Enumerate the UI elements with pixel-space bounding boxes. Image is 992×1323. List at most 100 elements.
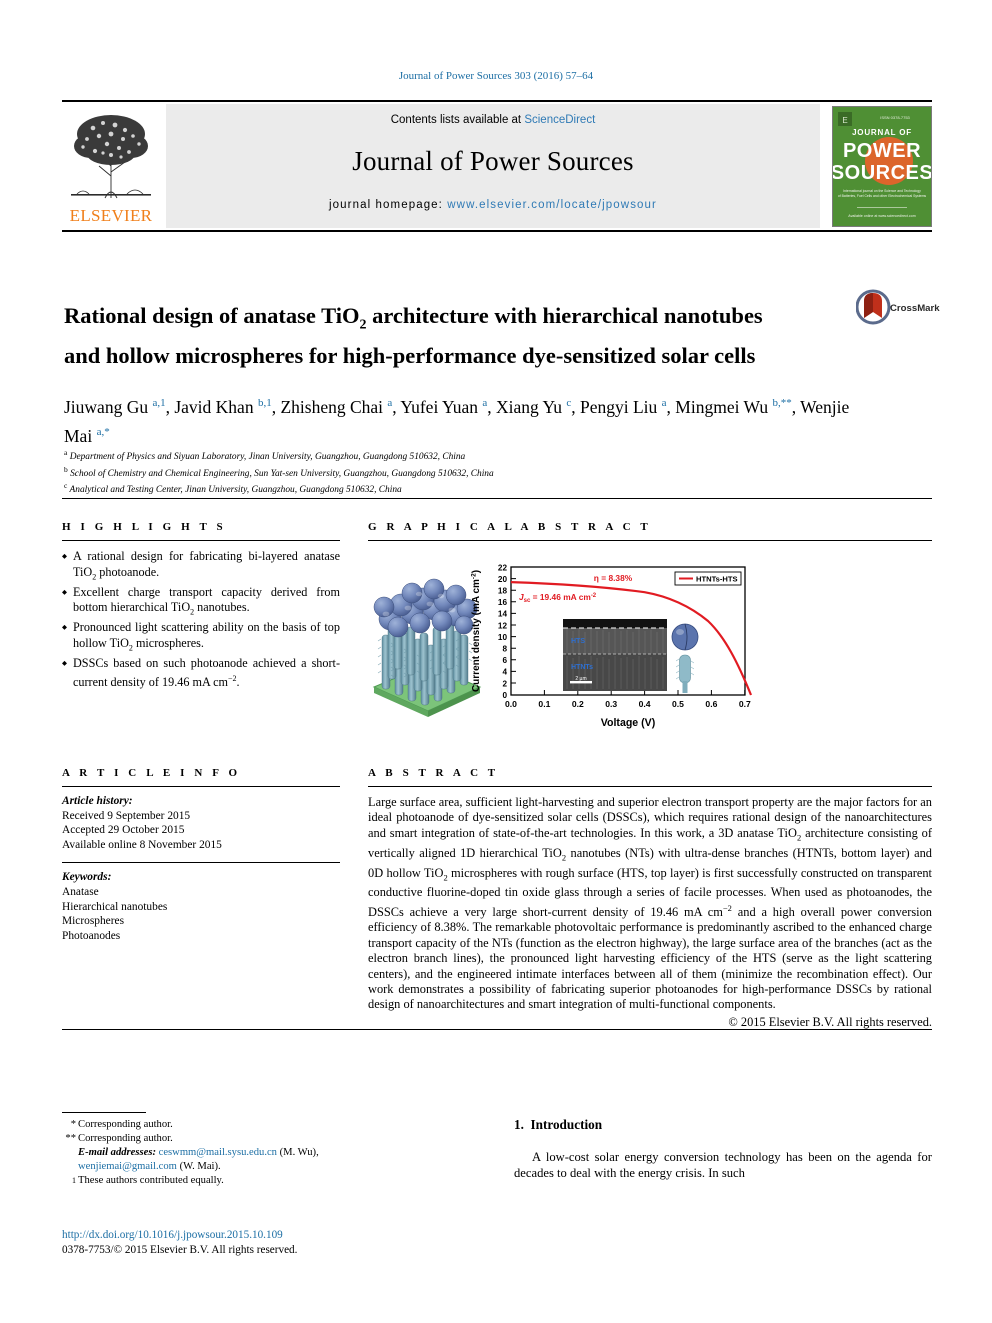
affiliation-mark-a: a <box>64 448 68 457</box>
crossmark-icon: CrossMark <box>855 289 940 325</box>
keyword-item: Anatase <box>62 885 99 898</box>
crossmark-label: CrossMark <box>890 303 940 314</box>
introduction-section: 1. Introduction A low-cost solar energy … <box>514 1117 932 1182</box>
y-tick-16: 16 <box>498 598 508 607</box>
footnote-mark: 1 <box>72 1176 76 1185</box>
y-tick-20: 20 <box>498 575 508 584</box>
y-tick-4: 4 <box>502 668 507 677</box>
homepage-label: journal homepage: <box>329 199 448 211</box>
elsevier-tree-icon <box>71 115 151 199</box>
inset-label-hts: HTS <box>571 638 585 645</box>
section-number: 1. <box>514 1117 524 1132</box>
affiliation-list: a Department of Physics and Siyuan Labor… <box>64 447 864 497</box>
footnote-mark: ** <box>65 1133 76 1144</box>
article-info-rule <box>62 786 340 787</box>
article-history-received: Received 9 September 2015 <box>62 809 191 822</box>
affiliation-text-b: School of Chemistry and Chemical Enginee… <box>70 468 494 479</box>
page-title: Rational design of anatase TiO2 architec… <box>64 301 804 371</box>
affiliation-text-a: Department of Physics and Siyuan Laborat… <box>69 452 466 463</box>
introduction-paragraph: A low-cost solar energy conversion techn… <box>514 1150 932 1181</box>
graphical-abstract-rule <box>368 540 932 541</box>
crossmark-badge[interactable]: CrossMark <box>855 288 940 328</box>
x-tick-1: 0.1 <box>538 699 550 709</box>
article-history-accepted: Accepted 29 October 2015 <box>62 824 185 837</box>
doi-link[interactable]: http://dx.doi.org/10.1016/j.jpowsour.201… <box>62 1228 422 1243</box>
affiliation-mark-b: b <box>64 464 68 474</box>
graphical-abstract-heading: G R A P H I C A L A B S T R A C T <box>368 521 652 533</box>
list-item: DSSCs based on such photoanode achieved … <box>62 656 340 691</box>
svg-text:E: E <box>842 116 847 125</box>
elsevier-wordmark: ELSEVIER <box>69 206 153 225</box>
affiliation-c: c Analytical and Testing Center, Jinan U… <box>64 480 864 497</box>
y-tick-22: 22 <box>498 563 508 572</box>
svg-text:JOURNAL OF: JOURNAL OF <box>852 128 912 137</box>
elsevier-logo: ELSEVIER <box>65 106 157 226</box>
inset-scalebar: 2 µm <box>575 676 586 682</box>
x-axis-label: Voltage (V) <box>601 717 656 729</box>
contents-available-line: Contents lists available at ScienceDirec… <box>166 104 820 126</box>
svg-text:International journal on the S: International journal on the Science and… <box>843 189 921 193</box>
affiliation-mark-c: c <box>64 481 68 491</box>
journal-cover-thumbnail: E ISSN 0378-7753 JOURNAL OF POWER SOURCE… <box>832 106 932 227</box>
masthead-center: Contents lists available at ScienceDirec… <box>166 104 820 228</box>
footnotes-block: * Corresponding author. ** Corresponding… <box>62 1112 352 1188</box>
abstract-text: Large surface area, sufficient light-har… <box>368 795 932 1012</box>
y-tick-8: 8 <box>502 645 507 654</box>
highlights-section: H I G H L I G H T S A rational design fo… <box>62 521 340 691</box>
footnote-text: These authors contributed equally. <box>78 1175 224 1186</box>
jv-curve-chart: 22 20 18 16 14 12 10 8 6 4 2 0 0.0 0.1 0… <box>471 563 753 729</box>
highlights-rule <box>62 540 340 541</box>
journal-homepage-line: journal homepage: www.elsevier.com/locat… <box>166 199 820 211</box>
article-history-block: Article history: Received 9 September 20… <box>62 794 340 852</box>
cover-art: E ISSN 0378-7753 JOURNAL OF POWER SOURCE… <box>833 107 931 226</box>
svg-text:ISSN 0378-7753: ISSN 0378-7753 <box>880 115 910 120</box>
section-title: Introduction <box>530 1117 603 1132</box>
affiliation-a: a Department of Physics and Siyuan Labor… <box>64 447 864 464</box>
list-item: Pronounced light scattering ability on t… <box>62 620 340 656</box>
y-tick-18: 18 <box>498 587 508 596</box>
abstract-section: A B S T R A C T Large surface area, suff… <box>368 767 932 1030</box>
article-history-label: Article history: <box>62 795 133 807</box>
doi-block: http://dx.doi.org/10.1016/j.jpowsour.201… <box>62 1228 422 1258</box>
homepage-url[interactable]: www.elsevier.com/locate/jpowsour <box>447 199 657 211</box>
y-axis-label: Current density (mA cm-2) <box>471 570 483 692</box>
list-item: A rational design for fabricating bi-lay… <box>62 549 340 585</box>
svg-text:of Batteries, Fuel Cells and o: of Batteries, Fuel Cells and other Elect… <box>838 194 926 198</box>
footnote-equal-contribution: 1 These authors contributed equally. <box>62 1174 352 1188</box>
email-link-wu[interactable]: ceswmm@mail.sysu.edu.cn <box>159 1147 277 1158</box>
highlights-heading: H I G H L I G H T S <box>62 521 227 533</box>
running-head: Journal of Power Sources 303 (2016) 57–6… <box>398 70 594 82</box>
journal-masthead: ELSEVIER Contents lists available at Sci… <box>62 100 932 232</box>
y-tick-14: 14 <box>498 610 508 619</box>
chart-legend: HTNTs-HTS <box>674 571 742 586</box>
footnote-text: Corresponding author. <box>78 1119 173 1130</box>
article-info-section: A R T I C L E I N F O Article history: R… <box>62 767 340 943</box>
issn-copyright: 0378-7753/© 2015 Elsevier B.V. All right… <box>62 1244 298 1256</box>
email-link-mai[interactable]: wenjiemai@gmail.com <box>78 1161 177 1172</box>
svg-text:SOURCES: SOURCES <box>833 162 931 184</box>
title-text: Rational design of anatase TiO2 architec… <box>64 303 763 368</box>
x-tick-0: 0.0 <box>505 699 517 709</box>
keywords-rule <box>62 862 340 864</box>
author-list: Jiuwang Gu a,1, Javid Khan b,1, Zhisheng… <box>64 396 850 446</box>
email-owner-wu: (M. Wu), <box>279 1147 319 1158</box>
article-info-heading: A R T I C L E I N F O <box>62 767 241 779</box>
keyword-item: Hierarchical nanotubes <box>62 900 168 913</box>
inset-label-htnts: HTNTs <box>571 664 593 671</box>
email-label: E-mail addresses: <box>78 1147 156 1158</box>
y-tick-10: 10 <box>498 633 508 642</box>
x-tick-4: 0.4 <box>639 699 651 709</box>
abstract-heading: A B S T R A C T <box>368 767 499 779</box>
introduction-heading: 1. Introduction <box>514 1117 932 1133</box>
header-divider <box>62 498 932 499</box>
y-tick-6: 6 <box>502 656 507 665</box>
graphical-abstract-figure: 22 20 18 16 14 12 10 8 6 4 2 0 0.0 0.1 0… <box>368 551 932 741</box>
affiliation-b: b School of Chemistry and Chemical Engin… <box>64 464 864 481</box>
sciencedirect-link[interactable]: ScienceDirect <box>524 114 595 126</box>
svg-text:POWER: POWER <box>843 140 921 162</box>
sem-inset: HTS HTNTs 2 µm <box>563 619 667 691</box>
x-tick-3: 0.3 <box>605 699 617 709</box>
footnote-mark: * <box>70 1119 76 1130</box>
abstract-copyright: © 2015 Elsevier B.V. All rights reserved… <box>728 1014 932 1029</box>
email-owner-mai: (W. Mai). <box>179 1161 221 1172</box>
